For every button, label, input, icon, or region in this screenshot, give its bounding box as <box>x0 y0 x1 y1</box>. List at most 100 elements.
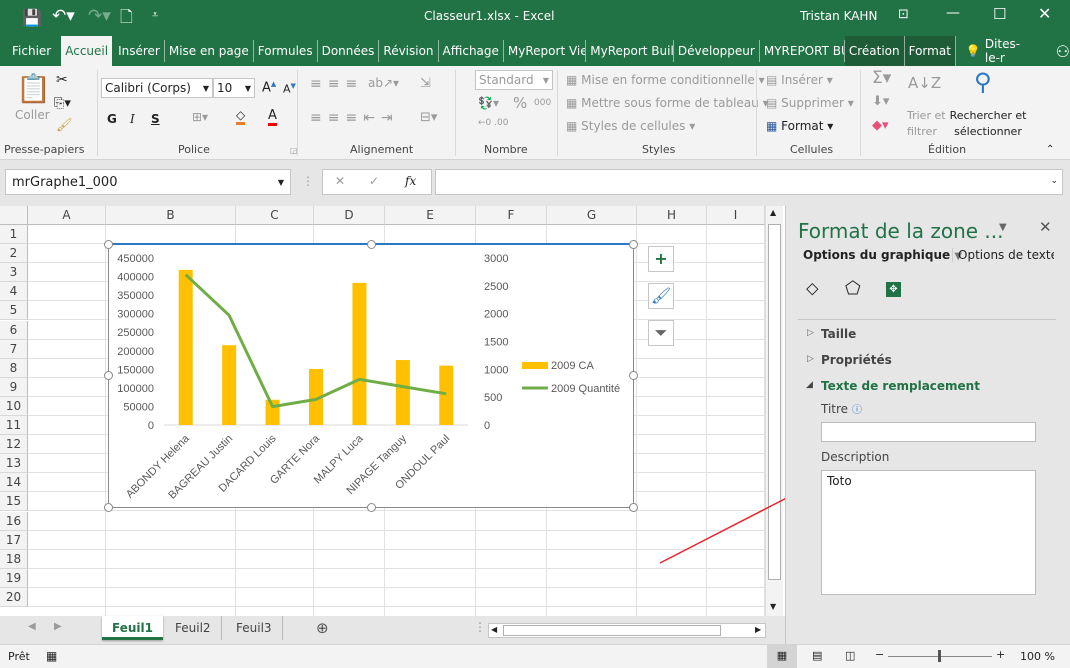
tab-inserer[interactable]: Insérer <box>114 40 165 62</box>
search-icon[interactable]: ⚲ <box>974 68 992 96</box>
tab-myreport-builder[interactable]: MyReport Builde <box>586 40 674 62</box>
increase-font-icon[interactable]: A▲ <box>262 80 276 95</box>
tab-donnees[interactable]: Données <box>318 40 380 62</box>
tab-fichier[interactable]: Fichier <box>0 40 59 62</box>
tab-chart-options[interactable]: Options du graphique ▼ <box>803 248 962 262</box>
percent-button[interactable]: % <box>513 94 527 112</box>
row-header-15[interactable]: 15 <box>0 492 28 512</box>
vertical-scrollbar[interactable]: ▲ ▼ <box>765 206 783 616</box>
resize-handle[interactable] <box>367 240 376 249</box>
paste-icon[interactable]: 📋 <box>16 72 51 105</box>
row-header-6[interactable]: 6 <box>0 320 28 340</box>
decrease-font-icon[interactable]: A▼ <box>283 82 296 96</box>
tab-myreport-viewer[interactable]: MyReport Viewe <box>504 40 587 62</box>
row-header-7[interactable]: 7 <box>0 339 28 359</box>
sheet-tab-feuil1[interactable]: Feuil1 <box>102 616 163 640</box>
merge-icon[interactable]: ⊟▾ <box>420 110 437 125</box>
scroll-up-icon[interactable]: ▲ <box>770 208 776 217</box>
user-name[interactable]: Tristan KAHN <box>800 9 877 23</box>
pane-options-icon[interactable]: ▼ <box>999 222 1007 233</box>
row-header-2[interactable]: 2 <box>0 244 28 264</box>
redo-icon[interactable]: ↷▾ <box>88 6 111 26</box>
zoom-level[interactable]: 100 % <box>1020 650 1055 663</box>
column-header-I[interactable]: I <box>707 206 765 225</box>
column-header-A[interactable]: A <box>28 206 106 225</box>
format-cells-button[interactable]: ▦ Format ▾ <box>766 119 833 133</box>
name-box[interactable]: mrGraphe1_000 ▼ <box>5 169 291 195</box>
scrollbar-thumb[interactable] <box>768 224 781 580</box>
fill-line-icon[interactable]: ⬦ <box>806 278 819 299</box>
share-icon[interactable]: ⚇ <box>1056 42 1070 61</box>
row-header-3[interactable]: 3 <box>0 263 28 283</box>
section-taille[interactable]: Taille <box>821 327 856 341</box>
add-sheet-icon[interactable]: ⊕ <box>316 619 329 637</box>
row-header-19[interactable]: 19 <box>0 568 28 588</box>
column-header-H[interactable]: H <box>637 206 707 225</box>
resize-handle[interactable] <box>104 371 113 380</box>
tab-mise-en-page[interactable]: Mise en page <box>165 40 254 62</box>
enter-icon[interactable]: ✓ <box>369 174 379 188</box>
cancel-icon[interactable]: ✕ <box>335 174 345 188</box>
tab-format[interactable]: Format <box>904 36 956 66</box>
collapse-ribbon-icon[interactable]: ⌃ <box>1046 144 1054 155</box>
sheet-tab-feuil2[interactable]: Feuil2 <box>165 616 222 640</box>
chart-elements-button[interactable]: + <box>648 246 674 272</box>
resize-handle[interactable] <box>367 503 376 512</box>
italic-button[interactable]: I <box>130 112 135 126</box>
row-header-9[interactable]: 9 <box>0 377 28 397</box>
clear-icon[interactable]: ◆▾ <box>872 118 889 133</box>
chart-filters-button[interactable]: ⏷ <box>648 320 674 346</box>
cell-styles-button[interactable]: ▦ Styles de cellules ▾ <box>566 119 695 133</box>
zoom-in-icon[interactable]: + <box>996 648 1005 661</box>
column-header-G[interactable]: G <box>547 206 637 225</box>
section-proprietes[interactable]: Propriétés <box>821 353 892 367</box>
section-texte-remplacement[interactable]: Texte de remplacement <box>821 379 980 393</box>
scrollbar-thumb[interactable] <box>503 625 721 636</box>
column-header-C[interactable]: C <box>236 206 314 225</box>
row-header-8[interactable]: 8 <box>0 358 28 378</box>
wrap-text-icon[interactable]: ⇲ <box>420 76 431 91</box>
bold-button[interactable]: G <box>107 112 117 126</box>
column-header-B[interactable]: B <box>106 206 236 225</box>
find-select-button[interactable]: Rechercher et sélectionner <box>948 108 1028 140</box>
page-break-icon[interactable]: ◫ <box>845 649 855 662</box>
resize-handle[interactable] <box>104 240 113 249</box>
row-header-12[interactable]: 12 <box>0 435 28 455</box>
delete-cells-button[interactable]: ▤ Supprimer ▾ <box>766 96 854 110</box>
scroll-right-icon[interactable]: ▶ <box>755 625 761 634</box>
save-icon[interactable]: 💾 <box>22 8 42 27</box>
size-properties-icon[interactable]: ✥ <box>886 282 901 297</box>
tab-myreport-build[interactable]: MYREPORT BUIL <box>760 40 845 62</box>
row-header-11[interactable]: 11 <box>0 416 28 435</box>
next-sheet-icon[interactable]: ▶ <box>54 621 62 632</box>
tell-me-box[interactable]: Dites-le-r <box>985 37 1034 65</box>
horizontal-align-icons[interactable]: ≡≡≡⇤⇥ <box>310 110 399 126</box>
chart[interactable]: 0 50000 100000 150000 200000 250000 300000 3500… <box>108 244 634 508</box>
formula-input[interactable]: ⌄ <box>435 169 1063 195</box>
resize-handle[interactable] <box>629 503 638 512</box>
minimize-icon[interactable]: — <box>946 5 960 21</box>
row-header-18[interactable]: 18 <box>0 549 28 569</box>
number-format-select[interactable]: Standard ▼ <box>475 70 553 90</box>
chart-styles-button[interactable]: 🖌 <box>648 283 674 309</box>
conditional-format-button[interactable]: ▦ Mise en forme conditionnelle ▾ <box>566 73 765 87</box>
row-header-1[interactable]: 1 <box>0 225 28 244</box>
new-file-icon[interactable]: 🗋 <box>120 6 133 33</box>
prev-sheet-icon[interactable]: ◀ <box>28 621 36 632</box>
scroll-left-icon[interactable]: ◀ <box>491 625 497 634</box>
font-color-icon[interactable]: A <box>268 108 277 126</box>
tab-affichage[interactable]: Affichage <box>439 40 504 62</box>
description-textarea[interactable]: Toto <box>821 470 1036 595</box>
column-header-E[interactable]: E <box>385 206 476 225</box>
sort-filter-button[interactable]: Trier et filtrer <box>907 108 947 140</box>
paste-button[interactable]: Coller <box>15 108 50 122</box>
font-name-select[interactable]: Calibri (Corps) ▼ <box>101 78 213 98</box>
expand-icon[interactable]: ⌄ <box>1050 176 1058 186</box>
maximize-icon[interactable]: ☐ <box>993 5 1006 23</box>
insert-cells-button[interactable]: ▤ Insérer ▾ <box>766 73 833 87</box>
row-header-4[interactable]: 4 <box>0 282 28 302</box>
currency-icon[interactable]: 💱▾ <box>478 96 499 110</box>
tab-formules[interactable]: Formules <box>254 40 318 62</box>
normal-view-icon[interactable]: ▦ <box>767 645 797 668</box>
column-header-D[interactable]: D <box>314 206 385 225</box>
